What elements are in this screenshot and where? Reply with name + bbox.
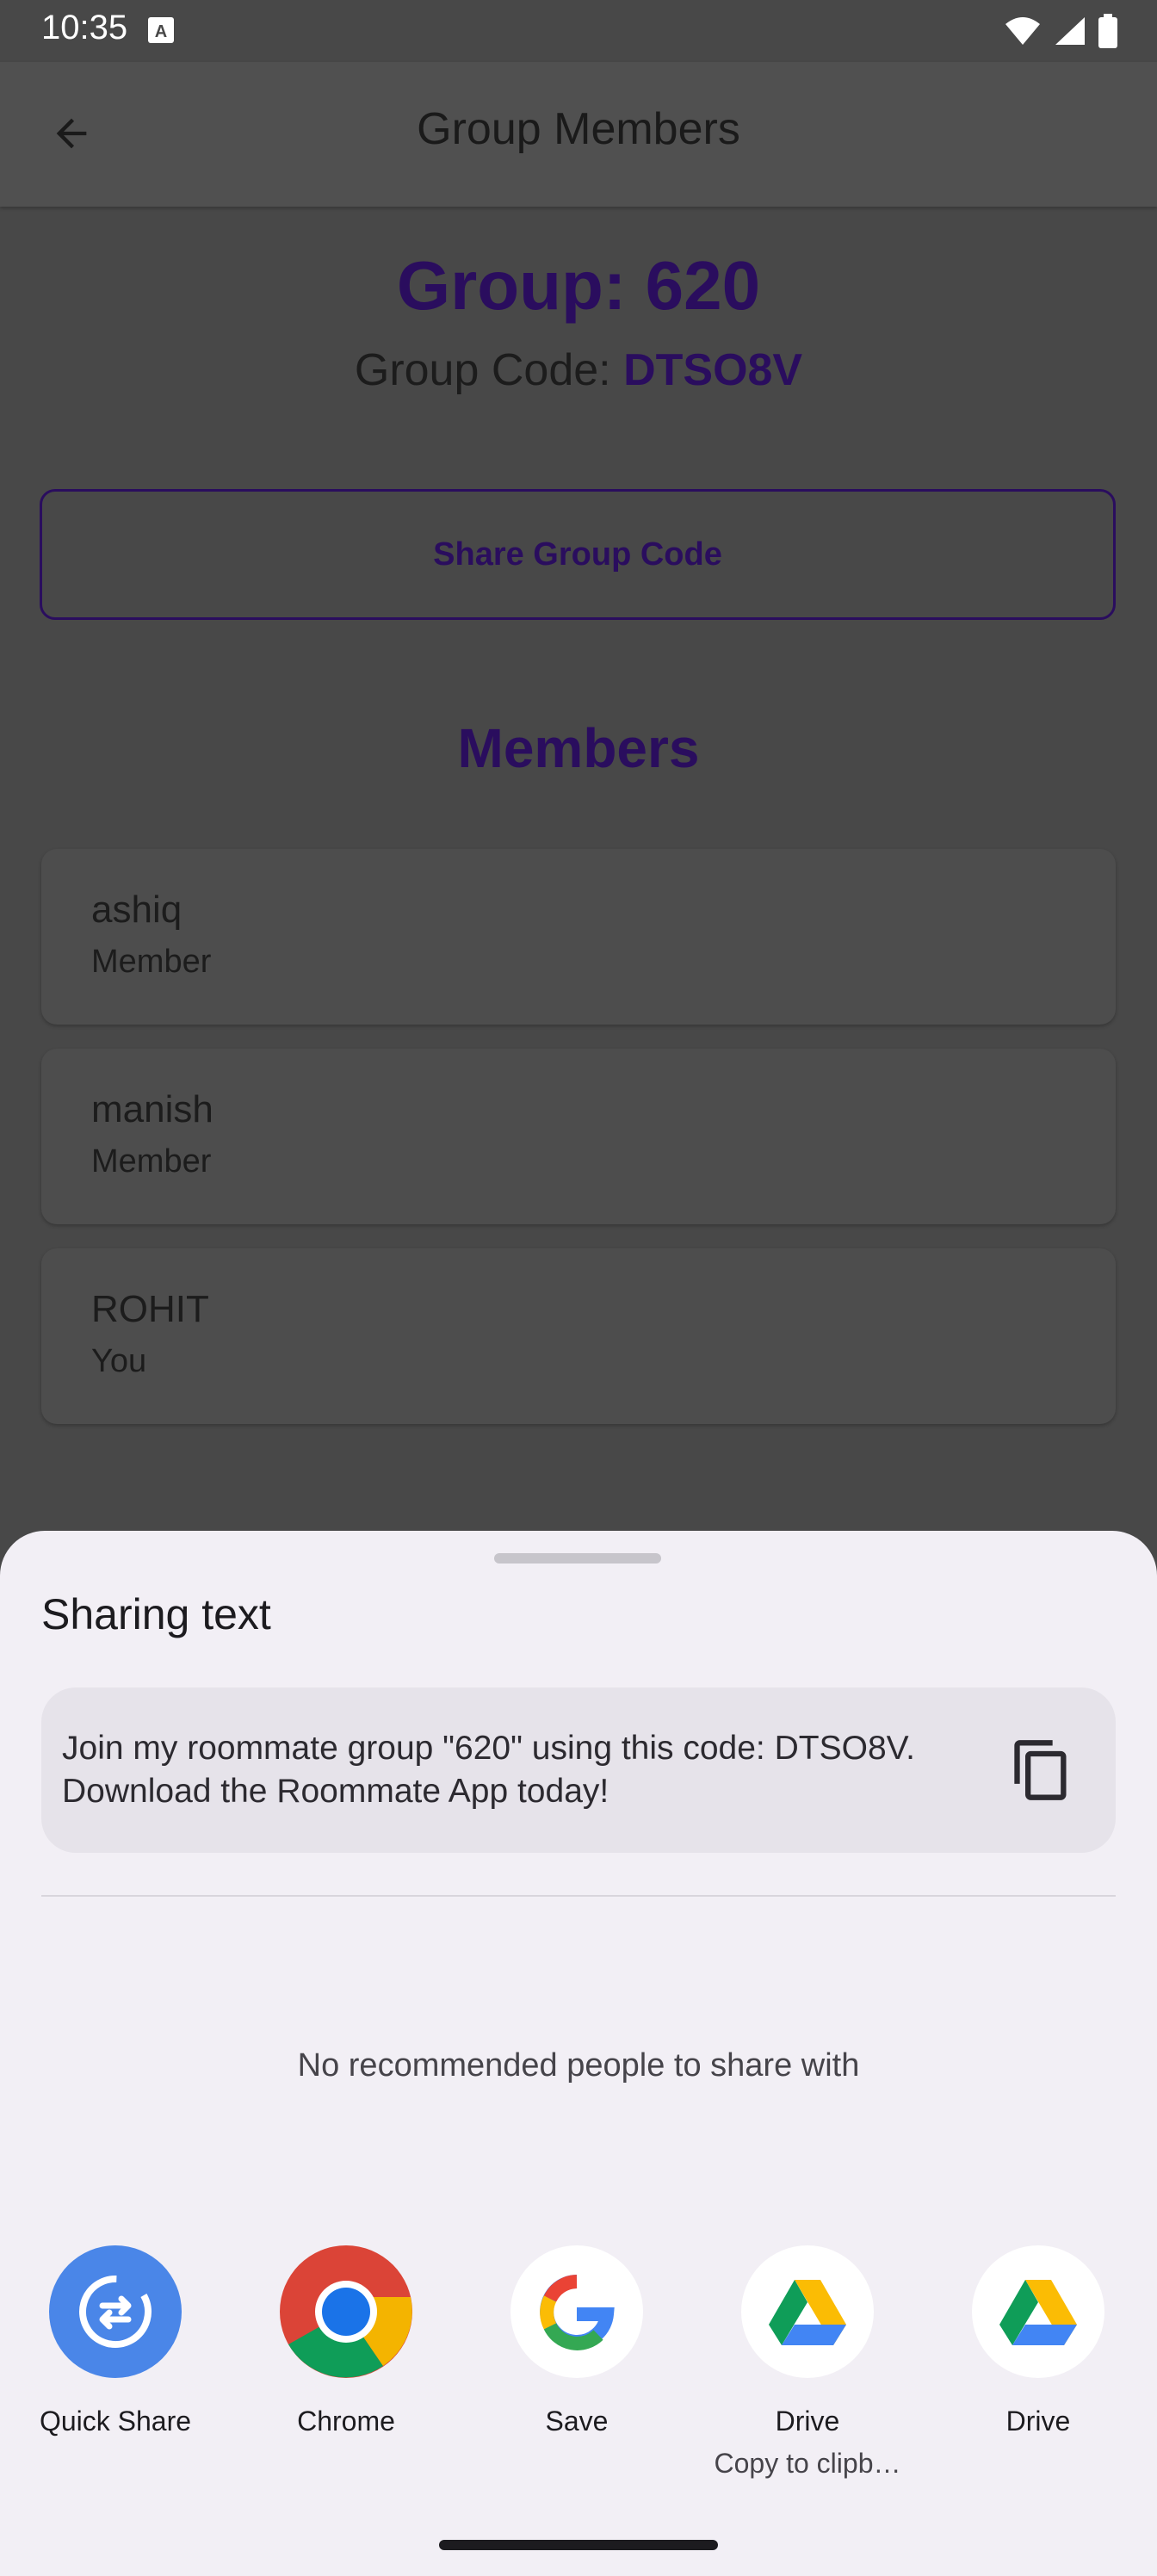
member-name: manish (91, 1088, 213, 1130)
share-target-label: Quick Share (39, 2406, 192, 2437)
drive-icon (741, 2245, 874, 2378)
google-icon (510, 2245, 643, 2378)
member-role: Member (91, 944, 212, 980)
share-target-drive[interactable]: Drive (935, 2245, 1142, 2437)
shared-text: Join my roommate group "620" using this … (62, 1730, 915, 1810)
share-target-save[interactable]: Save (473, 2245, 680, 2437)
member-name: ROHIT (91, 1288, 209, 1330)
quick-share-icon (49, 2245, 182, 2378)
page-title: Group Members (417, 104, 740, 154)
wifi-icon (1005, 17, 1040, 45)
member-card[interactable]: ROHIT You (41, 1248, 1116, 1424)
status-time: 10:35 (41, 9, 128, 46)
gesture-navigation-bar[interactable] (439, 2540, 718, 2550)
share-target-label: Drive (1005, 2406, 1071, 2437)
notification-a-icon: A (148, 17, 174, 43)
share-group-code-button[interactable]: Share Group Code (40, 489, 1116, 620)
share-target-quick-share[interactable]: Quick Share (12, 2245, 219, 2437)
share-sheet-title: Sharing text (41, 1590, 271, 1638)
member-card[interactable]: manish Member (41, 1049, 1116, 1224)
drive-icon (972, 2245, 1104, 2378)
share-sheet: Sharing text Join my roommate group "620… (0, 1531, 1157, 2576)
signal-icon (1055, 17, 1085, 45)
share-target-drive-copy[interactable]: Drive Copy to clipb… (704, 2245, 911, 2480)
group-code-label: Group Code: (354, 345, 624, 395)
group-code-value: DTSO8V (623, 345, 803, 395)
chrome-icon (280, 2245, 412, 2378)
battery-icon (1098, 14, 1117, 48)
member-card[interactable]: ashiq Member (41, 849, 1116, 1025)
share-target-label: Chrome (297, 2406, 395, 2437)
member-name: ashiq (91, 889, 183, 931)
share-target-label: Drive (775, 2406, 840, 2437)
member-role: You (91, 1343, 147, 1379)
divider (41, 1895, 1116, 1897)
share-target-chrome[interactable]: Chrome (243, 2245, 449, 2437)
share-target-sublabel: Copy to clipb… (714, 2448, 901, 2479)
no-recommendations-text: No recommended people to share with (297, 2047, 860, 2084)
member-role: Member (91, 1143, 212, 1180)
group-title: Group: 620 (396, 247, 761, 324)
share-target-label: Save (545, 2406, 609, 2437)
top-app-bar: Group Members (0, 62, 1157, 207)
shared-text-preview: Join my roommate group "620" using this … (41, 1687, 1116, 1853)
group-code-line: Group Code: DTSO8V (0, 344, 1157, 396)
sheet-drag-handle[interactable] (494, 1553, 661, 1564)
status-bar: 10:35 A (0, 0, 1157, 62)
copy-icon[interactable] (1009, 1737, 1074, 1803)
members-heading: Members (457, 717, 700, 779)
svg-text:A: A (155, 22, 167, 41)
